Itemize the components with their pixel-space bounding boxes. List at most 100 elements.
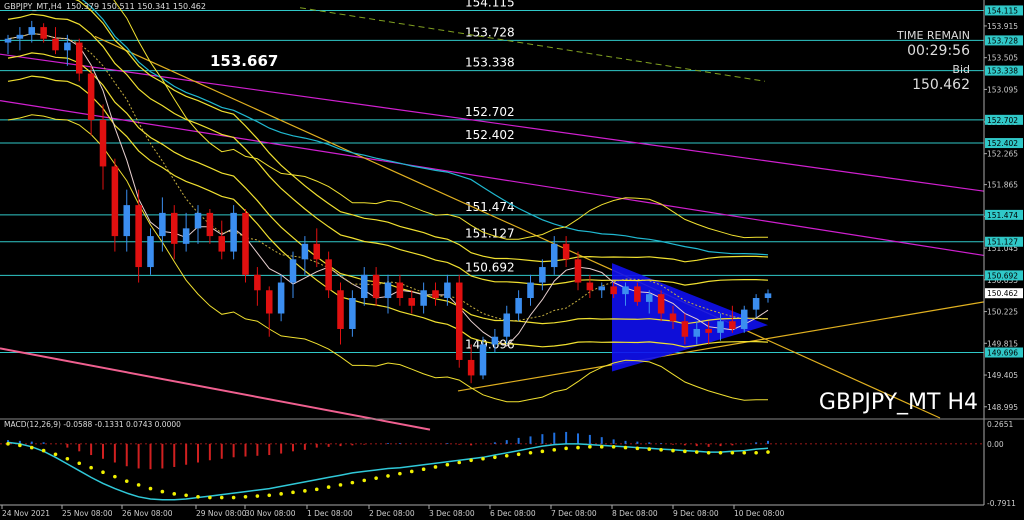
macd-signal-dot (6, 442, 10, 446)
macd-signal-dot (18, 443, 22, 448)
macd-signal-dot (255, 494, 260, 498)
candle-body (764, 293, 772, 299)
candle-body (277, 282, 285, 314)
price-level-label: 154.115 (465, 0, 515, 9)
macd-signal-dot (41, 448, 46, 453)
candle-body (360, 274, 368, 299)
candle-body (586, 282, 594, 291)
candle-body (515, 298, 522, 314)
macd-signal-dot (65, 456, 70, 461)
macd-signal-dot (576, 445, 580, 450)
price-level-label: 150.692 (465, 260, 515, 274)
price-tick-label: 153.095 (987, 85, 1018, 94)
macd-signal-dot (124, 479, 129, 483)
price-tick-label: 149.815 (987, 339, 1018, 348)
macd-signal-dot (136, 483, 141, 487)
macd-signal-dot (599, 445, 604, 449)
price-chart[interactable]: 154.115 153.728 153.338 152.702 152.402 151.4… (0, 0, 1024, 520)
candle-body (467, 359, 475, 376)
level-price-tag-label: 149.696 (987, 349, 1018, 358)
candle-body (265, 290, 273, 314)
bid-value: 150.462 (912, 77, 970, 93)
time-tick-label: 10 Dec 08:00 (734, 509, 785, 518)
macd-signal-dot (267, 493, 272, 498)
macd-signal-dot (647, 447, 652, 451)
candle-body (479, 344, 487, 376)
macd-label: MACD(12,26,9) -0.0588 -0.1331 0.0743 0.0… (4, 420, 181, 429)
macd-signal-dot (172, 492, 177, 496)
macd-signal-dot (398, 471, 402, 476)
macd-signal-dot (350, 480, 355, 485)
price-level-label: 152.702 (465, 105, 515, 119)
candle-body (75, 42, 83, 74)
macd-signal-dot (243, 494, 248, 499)
candle-body (99, 119, 107, 167)
level-price-tag-label: 150.692 (987, 271, 1018, 280)
price-level-label: 152.402 (465, 128, 515, 142)
price-tick-label: 153.505 (987, 54, 1018, 63)
macd-signal-dot (504, 453, 509, 458)
time-tick-label: 6 Dec 08:00 (490, 509, 536, 518)
macd-signal-dot (219, 495, 224, 500)
candle-body (657, 294, 665, 314)
macd-signal-dot (184, 493, 188, 498)
candle-body (40, 27, 47, 39)
macd-signal-dot (148, 486, 153, 491)
macd-tick-label: 0.2651 (987, 420, 1013, 429)
macd-signal-dot (659, 448, 663, 452)
macd-signal-dot (386, 474, 390, 478)
candle-body (491, 336, 499, 345)
candle-body (123, 205, 131, 237)
candle-body (372, 274, 380, 299)
bid-label: Bid (952, 63, 970, 76)
candle-body (408, 298, 416, 306)
price-level-label: 153.338 (465, 56, 515, 70)
macd-signal-dot (516, 452, 521, 457)
time-tick-label: 7 Dec 08:00 (551, 509, 597, 518)
candle-body (503, 313, 511, 337)
macd-tick-label: 0.00 (987, 440, 1004, 449)
macd-signal-dot (196, 494, 200, 499)
candle-body (384, 282, 392, 299)
macd-signal-dot (113, 474, 117, 479)
candle-body (740, 309, 748, 329)
macd-signal-dot (528, 451, 533, 455)
macd-signal-dot (421, 467, 426, 472)
level-price-tag-label: 151.127 (987, 238, 1018, 247)
time-tick-label: 29 Nov 08:00 (196, 509, 247, 518)
candle-body (420, 290, 427, 306)
candle-body (455, 282, 463, 360)
candle-body (28, 27, 36, 35)
macd-signal-dot (362, 478, 367, 483)
candle-body (289, 259, 297, 283)
candle-body (610, 286, 617, 295)
candle-body (669, 313, 677, 322)
candle-body (622, 286, 629, 295)
candle-body (645, 294, 653, 302)
candle-body (729, 321, 736, 329)
level-price-tag-label: 152.402 (987, 139, 1018, 148)
level-price-tag-label: 152.702 (987, 116, 1018, 125)
macd-signal-dot (291, 490, 295, 495)
macd-signal-dot (433, 465, 438, 469)
level-price-tag-label: 151.474 (987, 211, 1018, 220)
macd-signal-dot (493, 455, 497, 460)
time-remain-label: TIME REMAIN (896, 29, 970, 42)
price-tick-label: 149.405 (987, 371, 1018, 380)
macd-signal-dot (101, 470, 105, 474)
current-price-label: 150.462 (987, 289, 1018, 298)
macd-signal-dot (279, 492, 283, 496)
candle-body (539, 267, 546, 283)
price-level-label: 151.127 (465, 227, 515, 241)
candle-body (218, 236, 226, 252)
macd-signal-dot (29, 445, 34, 450)
macd-signal-dot (564, 446, 568, 451)
macd-signal-dot (409, 469, 414, 474)
macd-signal-dot (766, 450, 770, 454)
price-tick-label: 148.995 (987, 403, 1018, 412)
price-tick-label: 151.865 (987, 181, 1018, 190)
macd-signal-dot (469, 458, 473, 463)
macd-signal-dot (77, 461, 82, 466)
macd-signal-dot (706, 451, 711, 455)
macd-tick-label: -0.7911 (987, 499, 1016, 508)
